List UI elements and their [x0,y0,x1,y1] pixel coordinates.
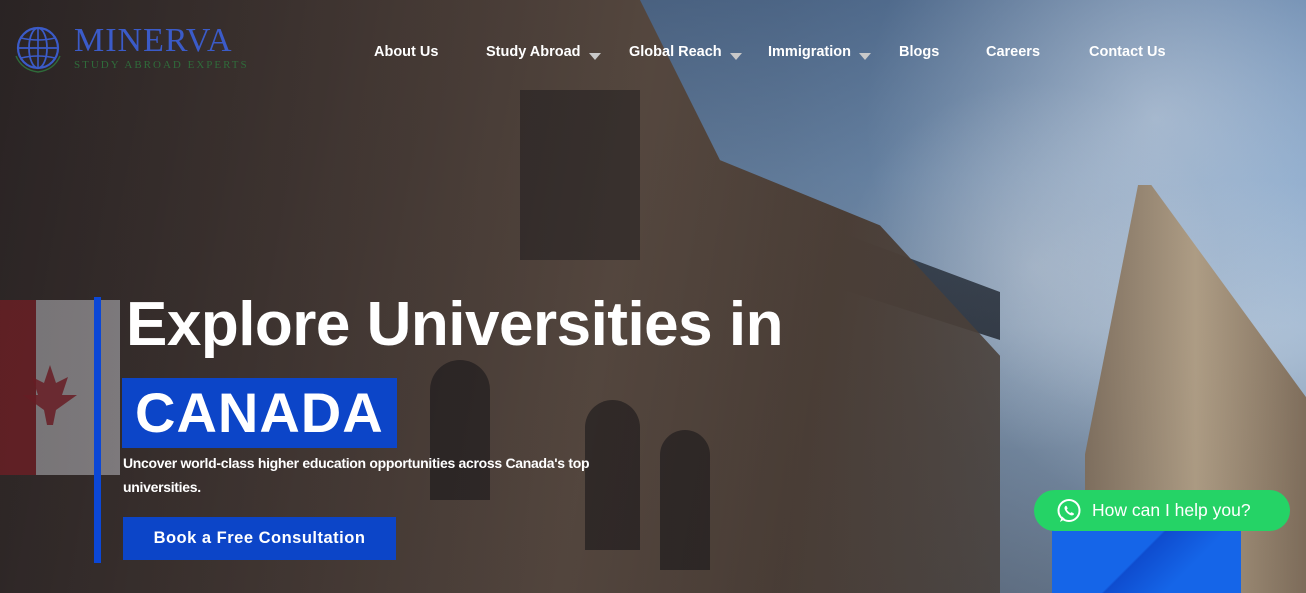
brand-subtitle: STUDY ABROAD EXPERTS [74,59,249,71]
nav-item-label: Blogs [899,44,940,60]
nav-item-contact-us[interactable]: Contact Us [1089,44,1166,60]
nav-item-label: Contact Us [1089,44,1166,60]
nav-item-blogs[interactable]: Blogs [899,44,939,60]
brand-title: MINERVA [74,22,233,59]
nav-item-careers[interactable]: Careers [986,44,1040,60]
nav-item-about-us[interactable]: About Us [374,44,438,60]
nav-item-label: Careers [986,44,1041,60]
hero-headline: Explore Universities in [126,290,783,359]
nav-item-study-abroad[interactable]: Study Abroad [486,44,601,60]
chat-label: How can I help you? [1092,500,1251,520]
globe-icon [15,26,61,73]
chevron-down-icon [588,52,601,60]
logo[interactable]: MINERVA STUDY ABROAD EXPERTS [12,22,249,74]
chevron-down-icon [729,52,742,60]
nav-item-global-reach[interactable]: Global Reach [629,44,742,60]
nav-item-immigration[interactable]: Immigration [768,44,871,60]
hero-description: Uncover world-class higher education opp… [123,455,590,495]
nav-item-label: About Us [374,44,439,60]
whatsapp-icon [1057,498,1081,522]
hero-highlight: CANADA [122,378,397,448]
nav-item-label: Study Abroad [486,44,581,60]
whatsapp-chat-button[interactable]: How can I help you? [1034,490,1290,531]
nav-item-label: Immigration [768,44,851,60]
decorative-shape [1052,528,1241,593]
hero-accent-bar [94,297,101,563]
nav-item-label: Global Reach [629,44,722,60]
book-consultation-button[interactable]: Book a Free Consultation [123,517,396,560]
chevron-down-icon [858,52,871,60]
